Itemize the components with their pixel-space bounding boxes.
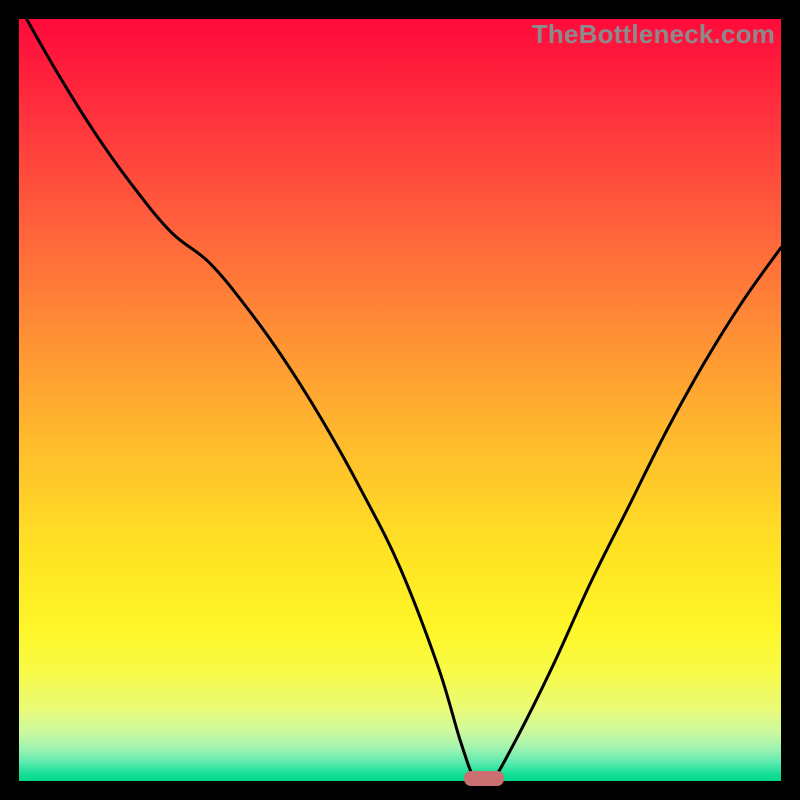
watermark-label: TheBottleneck.com	[532, 19, 775, 50]
bottleneck-chart	[19, 19, 781, 781]
optimum-marker	[464, 771, 504, 786]
chart-frame: TheBottleneck.com	[19, 19, 781, 781]
gradient-background	[19, 19, 781, 781]
